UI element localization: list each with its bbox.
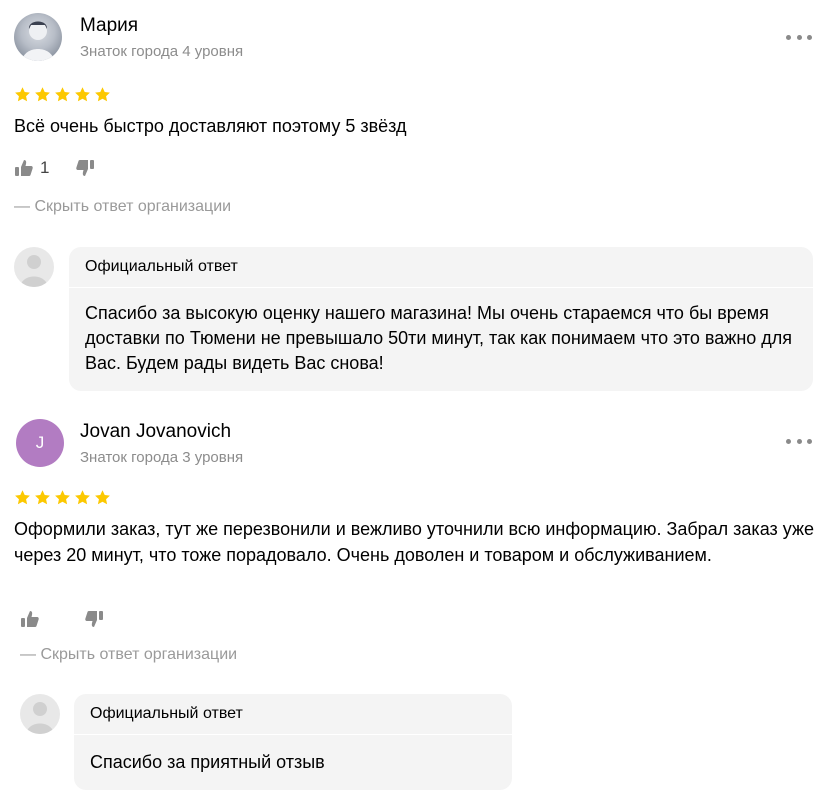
reactions bbox=[20, 609, 104, 629]
org-avatar bbox=[20, 694, 60, 734]
avatar[interactable] bbox=[14, 13, 62, 61]
more-icon[interactable] bbox=[786, 436, 812, 446]
org-answer: Официальный ответ Спасибо за высокую оце… bbox=[69, 247, 813, 391]
org-avatar-icon bbox=[26, 702, 54, 734]
more-icon[interactable] bbox=[786, 32, 812, 42]
avatar[interactable]: J bbox=[16, 419, 64, 467]
answer-title: Официальный ответ bbox=[85, 258, 238, 275]
author-name[interactable]: Jovan Jovanovich bbox=[80, 421, 231, 443]
star-icon bbox=[95, 87, 110, 102]
like-button[interactable]: 1 bbox=[14, 158, 49, 178]
user-photo-icon bbox=[22, 21, 54, 61]
star-icon bbox=[55, 490, 70, 505]
org-avatar-icon bbox=[20, 255, 48, 287]
thumbs-down-icon bbox=[85, 611, 103, 627]
author-level: Знаток города 4 уровня bbox=[80, 43, 244, 60]
dislike-button[interactable] bbox=[75, 158, 95, 178]
rating-stars bbox=[14, 86, 111, 103]
star-icon bbox=[35, 490, 50, 505]
star-icon bbox=[55, 87, 70, 102]
star-icon bbox=[95, 490, 110, 505]
org-answer: Официальный ответ Спасибо за приятный от… bbox=[74, 694, 512, 790]
review-text: Всё очень быстро доставляют поэтому 5 зв… bbox=[14, 116, 407, 136]
like-count: 1 bbox=[40, 158, 50, 177]
answer-title: Официальный ответ bbox=[90, 705, 243, 722]
review-text: Оформили заказ, тут же перезвонили и веж… bbox=[14, 519, 815, 565]
reactions: 1 bbox=[14, 158, 95, 178]
rating-stars bbox=[14, 489, 111, 506]
dislike-button[interactable] bbox=[84, 609, 104, 629]
star-icon bbox=[75, 87, 90, 102]
answer-divider bbox=[69, 287, 813, 288]
star-icon bbox=[15, 87, 30, 102]
star-icon bbox=[35, 87, 50, 102]
star-icon bbox=[75, 490, 90, 505]
thumbs-down-icon bbox=[76, 160, 95, 176]
answer-text: Спасибо за приятный отзыв bbox=[90, 752, 325, 772]
author-name[interactable]: Мария bbox=[80, 15, 138, 37]
star-icon bbox=[15, 490, 30, 505]
thumbs-up-icon bbox=[15, 160, 33, 176]
answer-text: Спасибо за высокую оценку нашего магазин… bbox=[85, 303, 793, 373]
hide-org-answer-link[interactable]: — Скрыть ответ организации bbox=[20, 646, 237, 664]
org-avatar bbox=[14, 247, 54, 287]
author-level: Знаток города 3 уровня bbox=[80, 449, 244, 466]
hide-org-answer-link[interactable]: — Скрыть ответ организации bbox=[14, 198, 231, 216]
thumbs-up-icon bbox=[21, 611, 39, 627]
like-button[interactable] bbox=[20, 609, 46, 629]
answer-divider bbox=[74, 734, 512, 735]
